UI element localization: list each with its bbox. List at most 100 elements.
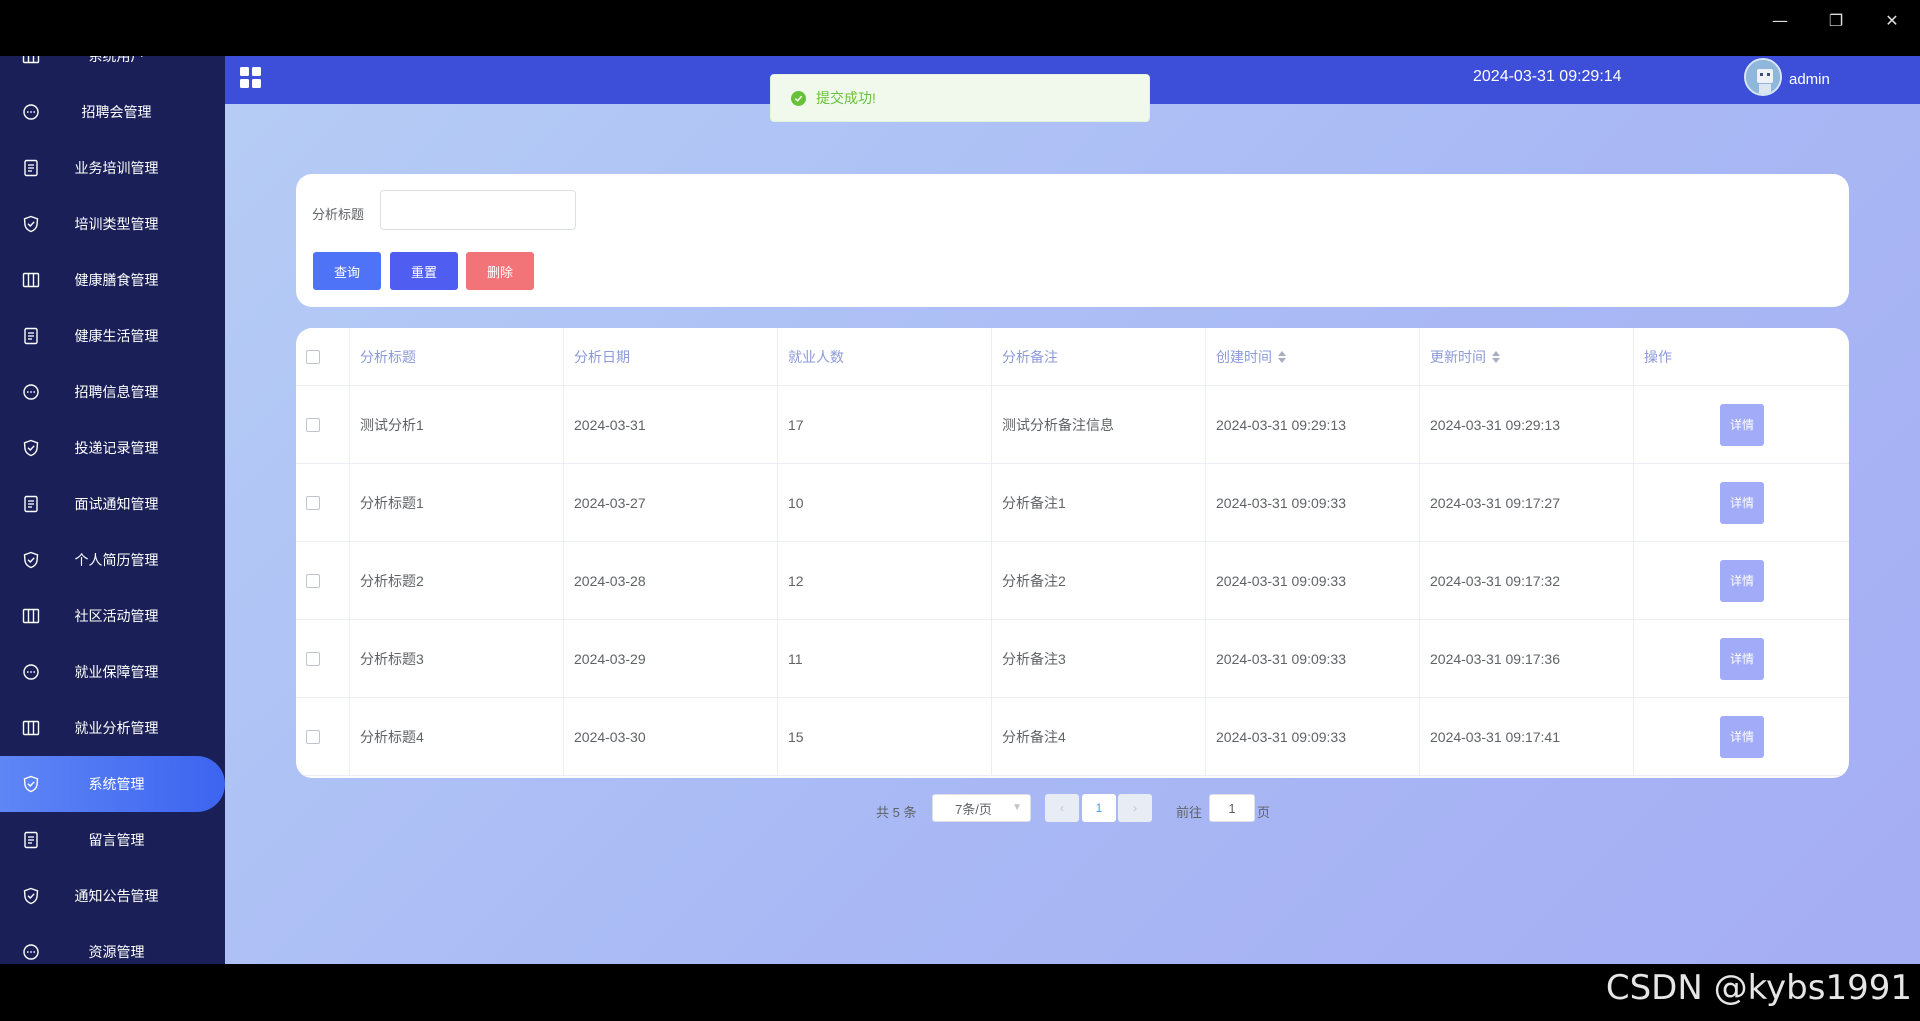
grid-icon — [20, 269, 42, 291]
table-cell: 分析备注3 — [992, 620, 1206, 697]
table-header-cell: 分析备注 — [992, 328, 1206, 385]
reset-button[interactable]: 重置 — [390, 252, 458, 290]
row-checkbox[interactable] — [306, 729, 320, 744]
table-cell: 分析备注4 — [992, 698, 1206, 775]
minimize-button[interactable]: — — [1752, 0, 1808, 40]
row-checkbox[interactable] — [306, 417, 320, 432]
search-input[interactable] — [380, 190, 576, 230]
table-cell: 分析备注1 — [992, 464, 1206, 541]
table-cell: 2024-03-31 09:09:33 — [1206, 698, 1420, 775]
detail-button[interactable]: 详情 — [1720, 403, 1764, 446]
document-icon — [20, 493, 42, 515]
sidebar-item[interactable]: 系统管理 — [0, 756, 225, 812]
select-all-checkbox[interactable] — [306, 349, 320, 364]
check-circle-icon — [791, 90, 806, 106]
table-cell: 2024-03-31 09:17:27 — [1420, 464, 1634, 541]
page-number-current[interactable]: 1 — [1082, 794, 1116, 822]
sort-caret-icon[interactable] — [1278, 350, 1286, 363]
table-cell — [296, 386, 350, 463]
sidebar-item[interactable]: 面试通知管理 — [0, 476, 225, 532]
table-cell: 2024-03-31 09:09:33 — [1206, 542, 1420, 619]
search-label: 分析标题 — [312, 207, 365, 222]
sidebar-item[interactable]: 培训类型管理 — [0, 196, 225, 252]
shield-check-icon — [20, 885, 42, 907]
success-toast: 提交成功! — [770, 74, 1150, 122]
sidebar-item[interactable]: 业务培训管理 — [0, 140, 225, 196]
table-cell: 2024-03-30 — [564, 698, 778, 775]
sidebar-item[interactable]: 系统用户 — [0, 56, 225, 84]
sidebar-item[interactable]: 招聘信息管理 — [0, 364, 225, 420]
avatar[interactable] — [1744, 58, 1782, 96]
grid-icon — [20, 56, 42, 67]
sidebar-item[interactable]: 健康膳食管理 — [0, 252, 225, 308]
table-header-cell[interactable]: 更新时间 — [1420, 328, 1634, 385]
sidebar-item[interactable]: 资源管理 — [0, 924, 225, 964]
detail-button[interactable]: 详情 — [1720, 715, 1764, 758]
table-cell: 分析标题3 — [350, 620, 564, 697]
shield-check-icon — [20, 549, 42, 571]
table-cell: 10 — [778, 464, 992, 541]
table-cell: 2024-03-28 — [564, 542, 778, 619]
detail-button[interactable]: 详情 — [1720, 559, 1764, 602]
table-cell: 2024-03-31 09:09:33 — [1206, 464, 1420, 541]
table-row: 分析标题3 2024-03-29 11 分析备注3 2024-03-31 09:09:3… — [296, 620, 1849, 698]
sidebar-item[interactable]: 就业保障管理 — [0, 644, 225, 700]
column-header-label: 创建时间 — [1216, 348, 1272, 365]
table-cell: 12 — [778, 542, 992, 619]
restore-button[interactable]: ❐ — [1808, 0, 1864, 40]
username[interactable]: admin — [1789, 71, 1830, 88]
column-header-label: 分析日期 — [574, 348, 630, 365]
table-cell: 2024-03-31 09:17:41 — [1420, 698, 1634, 775]
close-button[interactable]: ✕ — [1864, 0, 1920, 40]
table-header-cell: 分析日期 — [564, 328, 778, 385]
search-panel: 分析标题 查询 重置 删除 — [296, 174, 1849, 307]
detail-button[interactable]: 详情 — [1720, 481, 1764, 524]
shield-check-icon — [20, 213, 42, 235]
shield-check-icon — [20, 437, 42, 459]
table-cell: 2024-03-31 — [564, 386, 778, 463]
grid-icon — [20, 605, 42, 627]
sort-caret-icon[interactable] — [1492, 350, 1500, 363]
table-header-cell: 操作 — [1634, 328, 1849, 385]
goto-page-input[interactable] — [1209, 794, 1255, 822]
table-cell: 2024-03-29 — [564, 620, 778, 697]
goto-unit: 页 — [1257, 805, 1271, 820]
table-cell-actions: 详情 — [1634, 698, 1849, 775]
next-page-button[interactable]: › — [1118, 794, 1152, 822]
chat-icon — [20, 381, 42, 403]
grid-icon — [20, 717, 42, 739]
table-cell — [296, 620, 350, 697]
sidebar: 系统用户 招聘会管理 业务培训管理 培训类型管理 健康膳食管理 健康生活管理 招聘信息管理投… — [0, 56, 225, 964]
sidebar-item[interactable]: 通知公告管理 — [0, 868, 225, 924]
sidebar-item[interactable]: 个人简历管理 — [0, 532, 225, 588]
column-header-label: 就业人数 — [788, 348, 844, 365]
detail-button[interactable]: 详情 — [1720, 637, 1764, 680]
prev-page-button[interactable]: ‹ — [1045, 794, 1079, 822]
app-grid-icon[interactable] — [239, 66, 263, 95]
query-button[interactable]: 查询 — [313, 252, 381, 290]
goto-label: 前往 — [1176, 805, 1203, 820]
table-cell: 2024-03-27 — [564, 464, 778, 541]
chevron-down-icon: ▼ — [1012, 802, 1022, 813]
row-checkbox[interactable] — [306, 495, 320, 510]
sidebar-item[interactable]: 健康生活管理 — [0, 308, 225, 364]
table-header-cell[interactable]: 创建时间 — [1206, 328, 1420, 385]
sidebar-item[interactable]: 就业分析管理 — [0, 700, 225, 756]
table-cell: 2024-03-31 09:29:13 — [1420, 386, 1634, 463]
sidebar-item[interactable]: 招聘会管理 — [0, 84, 225, 140]
window-controls: — ❐ ✕ — [1752, 0, 1920, 40]
sidebar-item[interactable]: 社区活动管理 — [0, 588, 225, 644]
table-cell: 分析标题4 — [350, 698, 564, 775]
row-checkbox[interactable] — [306, 651, 320, 666]
sidebar-item[interactable]: 投递记录管理 — [0, 420, 225, 476]
sidebar-item[interactable]: 留言管理 — [0, 812, 225, 868]
watermark: CSDN @kybs1991 — [1605, 968, 1912, 1008]
row-checkbox[interactable] — [306, 573, 320, 588]
delete-button[interactable]: 删除 — [466, 252, 534, 290]
page-size-select[interactable]: 7条/页 ▼ — [932, 794, 1031, 822]
table-cell-actions: 详情 — [1634, 542, 1849, 619]
table-cell-actions: 详情 — [1634, 386, 1849, 463]
table-cell: 测试分析1 — [350, 386, 564, 463]
table-header-row: 分析标题 分析日期 就业人数 分析备注 创建时间 更新时间 操作 — [296, 328, 1849, 386]
table-cell: 分析标题2 — [350, 542, 564, 619]
